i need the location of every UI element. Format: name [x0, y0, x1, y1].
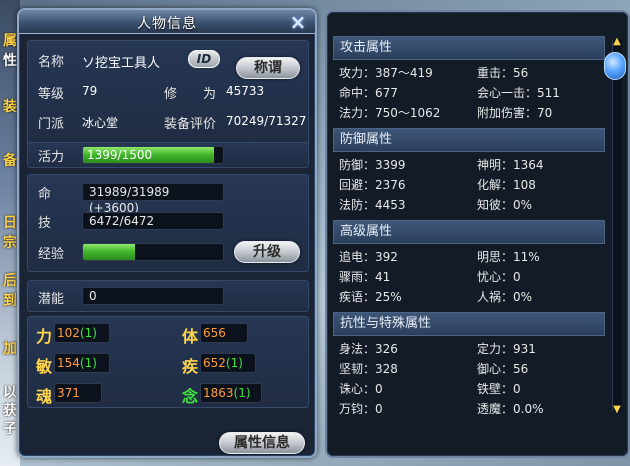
stat-entry: 万钧：0: [339, 402, 383, 414]
name-label: 名称: [38, 55, 65, 70]
stat-entry: 透魔：0.0%: [477, 402, 544, 414]
exp-bar: [82, 243, 224, 261]
stat-entry: 忧心：0: [477, 270, 521, 284]
panel-title: 人物信息: [137, 16, 197, 32]
cultivation-label: 修 为: [164, 87, 217, 102]
character-info-panel: 人物信息 × 名称 ソ挖宝工具人 ID 称谓 等级 79 修 为 45733 门…: [17, 8, 317, 458]
exp-bar-fill: [83, 244, 135, 260]
title-button[interactable]: 称谓: [236, 57, 300, 79]
attr-agility-field: 154(1): [54, 353, 110, 373]
life-label: 命: [38, 187, 52, 202]
skill-label: 技: [38, 216, 52, 231]
attr-mind-field: 1863(1): [200, 383, 262, 403]
level-value: 79: [82, 84, 98, 98]
scroll-down-icon[interactable]: ▼: [609, 404, 625, 416]
basic-info-section: 名称 ソ挖宝工具人 ID 称谓 等级 79 修 为 45733 门派 冰心堂 装…: [27, 40, 309, 146]
stat-entry: 法力：750～1062: [339, 106, 441, 120]
potential-section: 潜能 0: [27, 280, 309, 312]
stat-entry: 御心：56: [477, 362, 529, 376]
attr-base: 652: [203, 356, 226, 370]
stat-entry: 攻力：387～419: [339, 66, 433, 80]
stats-group-header: 防御属性: [333, 128, 605, 152]
stats-group-header: 高级属性: [333, 220, 605, 244]
status-section: 命 31989/31989 (+3600) 技 6472/6472 经验 升级: [27, 174, 309, 272]
character-name: ソ挖宝工具人: [82, 56, 161, 71]
scroll-up-icon[interactable]: ▲: [609, 36, 625, 48]
potential-label: 潜能: [38, 292, 65, 307]
attr-bonus: (1): [79, 356, 97, 370]
level-label: 等级: [38, 87, 65, 102]
attr-label: 敏: [36, 357, 53, 376]
panel-title-bar[interactable]: 人物信息 ×: [19, 10, 315, 34]
stat-entry: 骤雨：41: [339, 270, 391, 284]
attr-label: 念: [182, 387, 199, 406]
stat-entry: 回避：2376: [339, 178, 406, 192]
stat-entry: 防御：3399: [339, 158, 406, 172]
id-badge[interactable]: ID: [188, 50, 220, 68]
stat-entry: 附加伤害：70: [477, 106, 553, 120]
sect-value: 冰心堂: [82, 116, 119, 130]
stat-entry: 铁壁：0: [477, 382, 521, 396]
life-value: 31989/31989 (+3600): [82, 183, 224, 215]
exp-label: 经验: [38, 247, 65, 262]
scrollbar-track[interactable]: [612, 40, 622, 412]
potential-value: 0: [82, 287, 224, 305]
attr-label: 力: [36, 327, 53, 346]
stat-entry: 定力：931: [477, 342, 536, 356]
attr-base: 656: [203, 326, 226, 340]
stats-group-header: 攻击属性: [333, 36, 605, 60]
equip-rating-label: 装备评价: [164, 117, 217, 132]
attr-body-field: 656: [200, 323, 248, 343]
scrollbar-thumb[interactable]: [604, 52, 626, 80]
stat-entry: 明思：11%: [477, 250, 540, 264]
equip-rating-value: 70249/71327: [226, 114, 307, 128]
attr-base: 1863: [203, 386, 234, 400]
stat-entry: 人祸：0%: [477, 290, 533, 304]
attr-bonus: (1): [79, 326, 97, 340]
attr-label: 体: [182, 327, 199, 346]
sect-label: 门派: [38, 117, 65, 132]
stat-entry: 法防：4453: [339, 198, 406, 212]
stat-entry: 神明：1364: [477, 158, 544, 172]
skill-value: 6472/6472: [82, 212, 224, 230]
upgrade-button[interactable]: 升级: [234, 241, 300, 263]
attr-base: 102: [57, 326, 80, 340]
attribute-info-button[interactable]: 属性信息: [219, 432, 305, 454]
attr-soul-field: 371: [54, 383, 102, 403]
vitality-bar: 1399/1500: [82, 146, 224, 164]
stats-list: 攻击属性攻力：387～419 重击：56 命中：677 会心一击：511 法力：750～…: [333, 36, 605, 414]
stat-entry: 命中：677: [339, 86, 398, 100]
stat-entry: 坚韧：328: [339, 362, 398, 376]
close-icon[interactable]: ×: [287, 12, 309, 32]
stat-entry: 诛心：0: [339, 382, 383, 396]
attr-label: 魂: [36, 387, 53, 406]
attr-base: 154: [57, 356, 80, 370]
stat-entry: 化解：108: [477, 178, 536, 192]
stats-group-header: 抗性与特殊属性: [333, 312, 605, 336]
attr-bonus: (1): [225, 356, 243, 370]
stat-entry: 疾语：25%: [339, 290, 402, 304]
attribute-detail-panel: 攻击属性攻力：387～419 重击：56 命中：677 会心一击：511 法力：750～…: [325, 10, 630, 458]
stat-entry: 知彼：0%: [477, 198, 533, 212]
attr-bonus: (1): [233, 386, 251, 400]
stat-entry: 追电：392: [339, 250, 398, 264]
vitality-label: 活力: [38, 150, 65, 165]
cultivation-value: 45733: [226, 84, 265, 98]
stat-entry: 会心一击：511: [477, 86, 560, 100]
attr-speed-field: 652(1): [200, 353, 256, 373]
vitality-section: 活力 1399/1500: [27, 142, 309, 168]
attr-base: 371: [57, 386, 80, 400]
attr-label: 疾: [182, 357, 199, 376]
vitality-text: 1399/1500: [87, 148, 153, 162]
attributes-section: 力 102(1) 体 656 敏 154(1) 疾 652(1) 魂 371 念…: [27, 316, 309, 408]
stat-entry: 身法：326: [339, 342, 398, 356]
stat-entry: 重击：56: [477, 66, 529, 80]
attr-strength-field: 102(1): [54, 323, 110, 343]
